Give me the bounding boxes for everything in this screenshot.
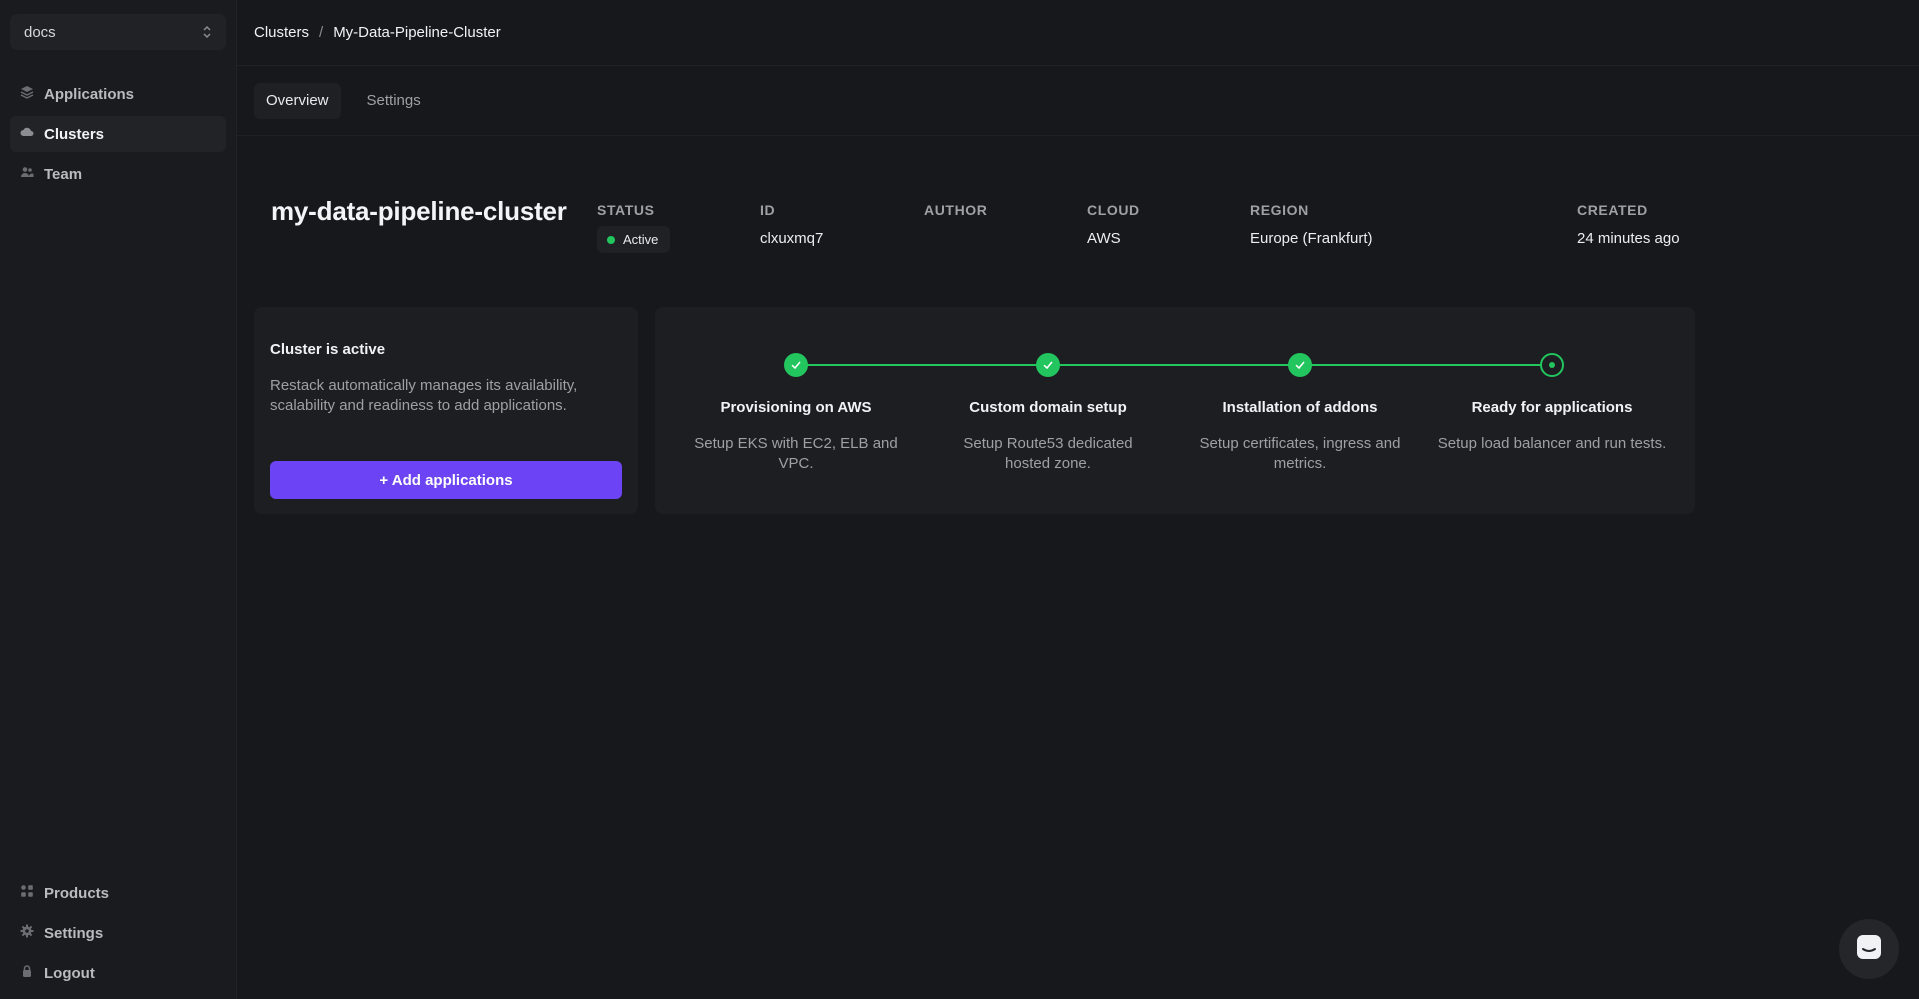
meta-label: REGION <box>1250 202 1309 218</box>
page-title: my-data-pipeline-cluster <box>271 196 567 226</box>
chevron-updown-icon <box>202 25 212 39</box>
sidebar-item-products[interactable]: Products <box>10 875 226 911</box>
workspace-name: docs <box>24 23 56 41</box>
sidebar-item-label: Logout <box>44 964 95 982</box>
sidebar-item-applications[interactable]: Applications <box>10 76 226 112</box>
meta-value: 24 minutes ago <box>1577 230 1680 247</box>
card-title: Cluster is active <box>270 341 386 358</box>
step-provisioning: Provisioning on AWS Setup EKS with EC2, … <box>676 353 916 474</box>
cloud-icon <box>20 125 34 143</box>
chat-icon <box>1854 932 1884 967</box>
meta-value: Europe (Frankfurt) <box>1250 230 1373 247</box>
step-addons: Installation of addons Setup certificate… <box>1180 353 1420 474</box>
top-bar: Clusters / My-Data-Pipeline-Cluster <box>237 0 1919 66</box>
lock-icon <box>20 964 34 982</box>
status-dot-icon <box>607 235 615 244</box>
sidebar: docs Applications Clusters Team Products… <box>0 0 237 999</box>
check-icon <box>1288 353 1312 377</box>
meta-region: REGION Europe (Frankfurt) <box>1250 202 1373 247</box>
meta-label: AUTHOR <box>924 202 988 218</box>
sidebar-item-label: Settings <box>44 924 104 942</box>
step-custom-domain: Custom domain setup Setup Route53 dedica… <box>928 353 1168 474</box>
check-icon <box>784 353 808 377</box>
meta-label: CREATED <box>1577 202 1648 218</box>
step-description: Setup certificates, ingress and metrics. <box>1199 435 1401 472</box>
step-title: Ready for applications <box>1471 399 1633 416</box>
add-applications-button[interactable]: + Add applications <box>270 461 622 499</box>
sidebar-item-settings[interactable]: Settings <box>10 915 226 951</box>
tab-settings[interactable]: Settings <box>355 83 433 119</box>
meta-id: ID clxuxmq7 <box>760 202 823 247</box>
step-ready: Ready for applications Setup load balanc… <box>1432 353 1672 454</box>
meta-value: AWS <box>1087 230 1121 247</box>
meta-value: clxuxmq7 <box>760 230 824 247</box>
step-description: Setup load balancer and run tests. <box>1437 435 1667 452</box>
main-content: Clusters / My-Data-Pipeline-Cluster Over… <box>237 0 1919 999</box>
step-description: Setup Route53 dedicated hosted zone. <box>963 435 1133 472</box>
chat-support-button[interactable] <box>1839 919 1899 979</box>
sidebar-item-label: Team <box>44 165 83 183</box>
sidebar-item-label: Applications <box>44 85 135 103</box>
layers-icon <box>20 85 34 103</box>
breadcrumb-clusters-link[interactable]: Clusters <box>254 24 309 41</box>
users-icon <box>20 165 34 183</box>
step-title: Custom domain setup <box>969 399 1127 416</box>
breadcrumb-current: My-Data-Pipeline-Cluster <box>333 24 501 41</box>
sidebar-item-team[interactable]: Team <box>10 156 226 192</box>
sidebar-item-clusters[interactable]: Clusters <box>10 116 226 152</box>
cluster-status-card: Cluster is active Restack automatically … <box>254 307 638 514</box>
breadcrumb-separator: / <box>319 24 324 41</box>
app-root: docs Applications Clusters Team Products… <box>0 0 1919 999</box>
status-text: Active <box>623 232 659 247</box>
sidebar-item-label: Products <box>44 884 110 902</box>
meta-created: CREATED 24 minutes ago <box>1577 202 1680 247</box>
cluster-header: my-data-pipeline-cluster STATUS Active I… <box>271 196 1919 256</box>
tabs-bar: Overview Settings <box>237 66 1919 136</box>
current-step-icon <box>1540 353 1564 377</box>
step-title: Provisioning on AWS <box>720 399 872 416</box>
card-description: Restack automatically manages its availa… <box>270 377 578 414</box>
tab-overview[interactable]: Overview <box>254 82 341 119</box>
sidebar-bottom-nav: Products Settings Logout <box>10 875 226 991</box>
meta-status: STATUS Active <box>597 202 671 253</box>
meta-label: CLOUD <box>1087 202 1140 218</box>
workspace-selector[interactable]: docs <box>10 14 226 50</box>
provisioning-steps-card: Provisioning on AWS Setup EKS with EC2, … <box>655 307 1695 514</box>
status-badge: Active <box>597 226 671 253</box>
sidebar-nav: Applications Clusters Team <box>10 76 226 192</box>
check-icon <box>1036 353 1060 377</box>
sidebar-item-label: Clusters <box>44 125 105 143</box>
step-title: Installation of addons <box>1222 399 1378 416</box>
gear-icon <box>20 924 34 942</box>
sidebar-item-logout[interactable]: Logout <box>10 955 226 991</box>
meta-author: AUTHOR <box>924 202 987 230</box>
breadcrumb: Clusters / My-Data-Pipeline-Cluster <box>254 24 501 41</box>
meta-label: STATUS <box>597 202 655 218</box>
meta-cloud: CLOUD AWS <box>1087 202 1140 247</box>
grid-icon <box>20 884 34 902</box>
step-description: Setup EKS with EC2, ELB and VPC. <box>694 435 898 472</box>
meta-label: ID <box>760 202 776 218</box>
